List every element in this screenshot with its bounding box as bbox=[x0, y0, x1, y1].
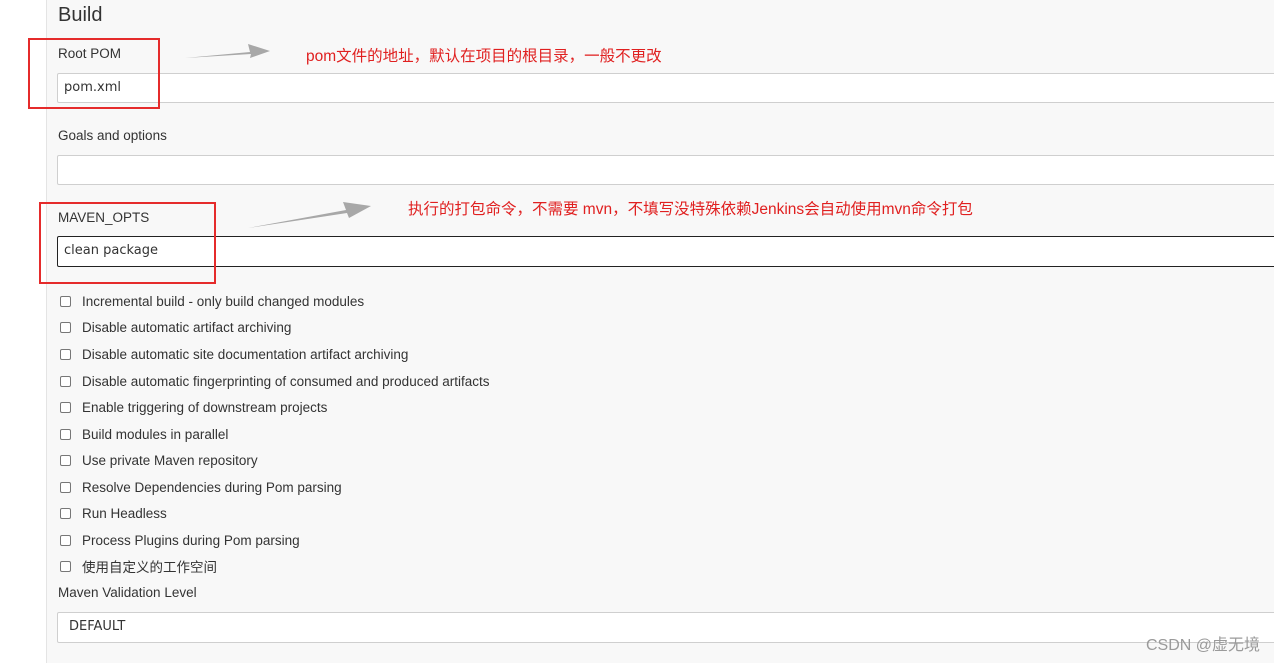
checkbox-label: Disable automatic fingerprinting of cons… bbox=[82, 373, 490, 389]
checkbox-box[interactable] bbox=[60, 401, 71, 413]
checkbox-box[interactable] bbox=[60, 321, 71, 333]
checkbox-incremental-build[interactable]: Incremental build - only build changed m… bbox=[60, 291, 364, 311]
checkbox-process-plugins[interactable]: Process Plugins during Pom parsing bbox=[60, 530, 300, 550]
root-pom-input[interactable]: pom.xml bbox=[57, 73, 1274, 103]
maven-opts-highlight-box bbox=[39, 202, 216, 284]
root-pom-highlight-box bbox=[28, 38, 160, 109]
checkbox-box[interactable] bbox=[60, 348, 71, 360]
checkbox-enable-downstream-triggering[interactable]: Enable triggering of downstream projects bbox=[60, 397, 327, 417]
checkbox-label: Process Plugins during Pom parsing bbox=[82, 532, 300, 548]
checkbox-label: Incremental build - only build changed m… bbox=[82, 293, 365, 309]
checkbox-private-maven-repo[interactable]: Use private Maven repository bbox=[60, 450, 258, 470]
checkbox-box[interactable] bbox=[60, 534, 71, 546]
checkbox-label: Disable automatic artifact archiving bbox=[82, 319, 292, 335]
checkbox-disable-site-doc-archiving[interactable]: Disable automatic site documentation art… bbox=[60, 344, 408, 364]
root-pom-annotation: pom文件的地址，默认在项目的根目录，一般不更改 bbox=[306, 48, 662, 65]
checkbox-box[interactable] bbox=[60, 295, 71, 307]
checkbox-label: Disable automatic site documentation art… bbox=[82, 346, 409, 362]
checkbox-resolve-dependencies[interactable]: Resolve Dependencies during Pom parsing bbox=[60, 477, 342, 497]
checkbox-box[interactable] bbox=[60, 507, 71, 519]
checkbox-label: Use private Maven repository bbox=[82, 452, 258, 468]
checkbox-box[interactable] bbox=[60, 454, 71, 466]
checkbox-box[interactable] bbox=[60, 560, 71, 572]
checkbox-box[interactable] bbox=[60, 375, 71, 387]
watermark: CSDN @虚无境 bbox=[1145, 637, 1260, 654]
checkbox-label: Build modules in parallel bbox=[82, 426, 229, 442]
checkbox-build-modules-parallel[interactable]: Build modules in parallel bbox=[60, 424, 228, 444]
validation-level-label: Maven Validation Level bbox=[58, 585, 197, 600]
maven-opts-annotation: 执行的打包命令，不需要 mvn，不填写没特殊依赖Jenkins会自动使用mvn命… bbox=[408, 201, 973, 218]
goals-input[interactable] bbox=[57, 155, 1274, 185]
validation-level-select[interactable]: DEFAULT bbox=[57, 612, 1274, 643]
checkbox-label: Enable triggering of downstream projects bbox=[82, 399, 328, 415]
checkbox-disable-fingerprinting[interactable]: Disable automatic fingerprinting of cons… bbox=[60, 371, 489, 391]
maven-opts-input[interactable]: clean package bbox=[57, 236, 1274, 267]
checkbox-disable-artifact-archiving[interactable]: Disable automatic artifact archiving bbox=[60, 317, 291, 337]
root-pom-arrow-icon bbox=[185, 44, 270, 58]
checkbox-box[interactable] bbox=[60, 428, 71, 440]
goals-label: Goals and options bbox=[58, 128, 167, 143]
checkbox-label: Resolve Dependencies during Pom parsing bbox=[82, 479, 342, 495]
maven-opts-arrow-icon bbox=[248, 202, 371, 228]
checkbox-custom-workspace[interactable]: 使用自定义的工作空间 bbox=[60, 556, 217, 576]
section-title: Build bbox=[58, 4, 103, 26]
checkbox-label: 使用自定义的工作空间 bbox=[82, 560, 217, 575]
checkbox-box[interactable] bbox=[60, 481, 71, 493]
checkbox-label: Run Headless bbox=[82, 505, 167, 521]
checkbox-run-headless[interactable]: Run Headless bbox=[60, 503, 167, 523]
